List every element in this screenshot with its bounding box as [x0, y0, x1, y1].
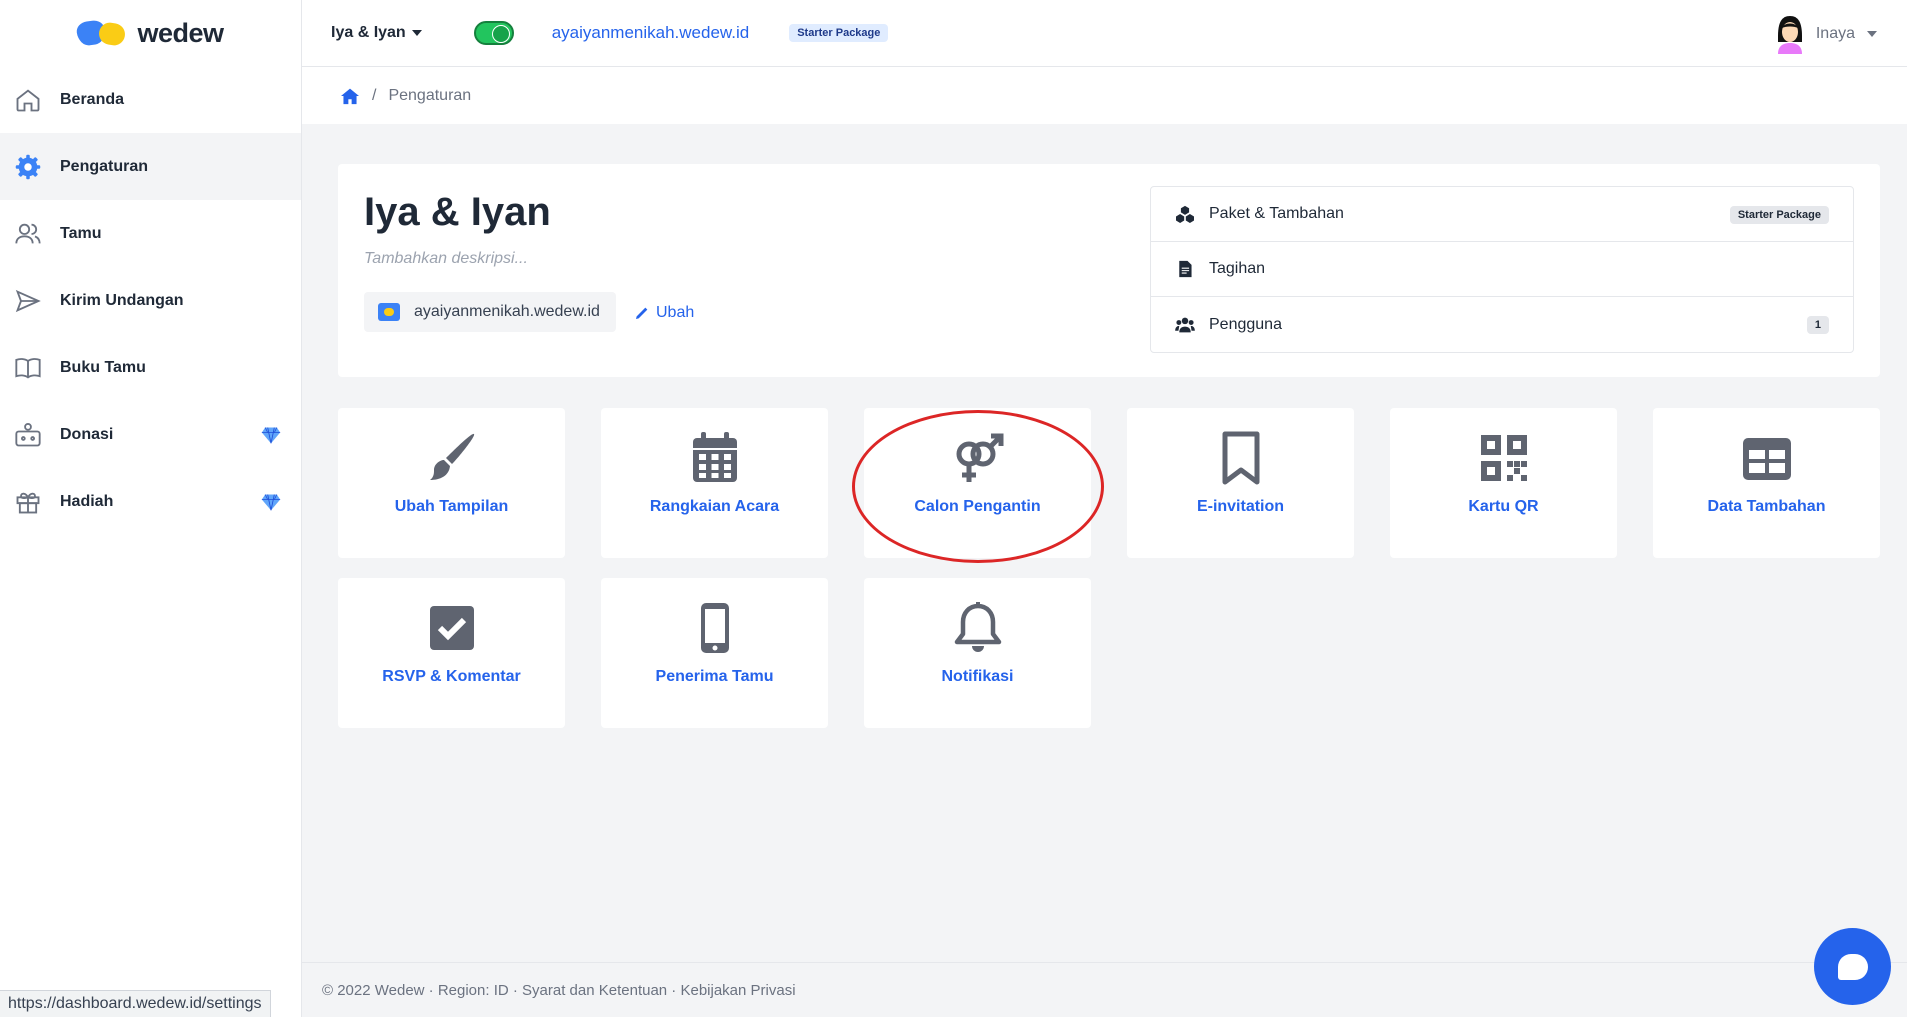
bookmark-icon — [1222, 431, 1259, 485]
list-item-label: Paket & Tambahan — [1209, 205, 1344, 222]
tile-label: Data Tambahan — [1707, 498, 1826, 515]
sidebar-item-label: Beranda — [60, 90, 125, 108]
diamond-icon — [261, 494, 281, 511]
settings-list: Paket & Tambahan Starter Package Tagihan… — [1150, 186, 1854, 353]
list-item-label: Tagihan — [1209, 260, 1266, 277]
list-item-pengguna[interactable]: Pengguna 1 — [1151, 297, 1853, 352]
diamond-icon — [261, 427, 281, 444]
cubes-icon — [1176, 205, 1194, 223]
url-chip-text: ayaiyanmenikah.wedew.id — [414, 303, 600, 320]
sidebar-item-label: Kirim Undangan — [60, 291, 184, 309]
tile-rsvp-komentar[interactable]: RSVP & Komentar — [338, 578, 565, 728]
chat-button[interactable] — [1814, 928, 1891, 1005]
sidebar: wedew Beranda Pengaturan Tamu Kirim Unda… — [0, 0, 302, 1017]
donation-icon — [15, 422, 41, 446]
sidebar-item-donasi[interactable]: Donasi — [0, 401, 301, 468]
site-url-link[interactable]: ayaiyanmenikah.wedew.id — [552, 23, 750, 43]
user-name: Inaya — [1815, 25, 1855, 42]
sidebar-item-label: Donasi — [60, 425, 114, 443]
qrcode-icon — [1480, 435, 1527, 481]
tile-e-invitation[interactable]: E-invitation — [1127, 408, 1354, 558]
edit-label: Ubah — [656, 304, 695, 321]
tile-kartu-qr[interactable]: Kartu QR — [1390, 408, 1617, 558]
count-badge: 1 — [1806, 316, 1829, 334]
project-selector[interactable]: Iya & Iyan — [331, 24, 422, 42]
tile-label: RSVP & Komentar — [382, 668, 521, 685]
home-icon — [16, 88, 40, 111]
calendar-icon — [692, 432, 737, 482]
gift-icon — [16, 492, 40, 513]
logo[interactable]: wedew — [0, 0, 301, 66]
sidebar-item-beranda[interactable]: Beranda — [0, 66, 301, 133]
tile-label: Calon Pengantin — [914, 498, 1041, 515]
users-icon — [15, 223, 41, 243]
project-name: Iya & Iyan — [331, 24, 406, 41]
paintbrush-icon — [429, 433, 474, 480]
footer: © 2022 Wedew · Region: ID · Syarat dan K… — [302, 962, 1907, 1017]
breadcrumb-current: Pengaturan — [388, 86, 472, 104]
sidebar-item-buku-tamu[interactable]: Buku Tamu — [0, 334, 301, 401]
edit-url-button[interactable]: Ubah — [634, 304, 694, 322]
tile-label: Penerima Tamu — [655, 668, 774, 685]
user-menu[interactable]: Inaya — [1772, 14, 1877, 54]
send-icon — [15, 289, 41, 312]
sidebar-item-pengaturan[interactable]: Pengaturan — [0, 133, 301, 200]
tile-calon-pengantin[interactable]: Calon Pengantin — [864, 408, 1091, 558]
tile-penerima-tamu[interactable]: Penerima Tamu — [601, 578, 828, 728]
sidebar-item-label: Pengaturan — [60, 157, 149, 175]
breadcrumb-separator: / — [372, 86, 377, 104]
project-card: Iya & Iyan Tambahkan deskripsi... ayaiya… — [338, 164, 1880, 377]
browser-status-url: https://dashboard.wedew.id/settings — [0, 990, 271, 1017]
sidebar-item-tamu[interactable]: Tamu — [0, 200, 301, 267]
tile-label: E-invitation — [1196, 498, 1285, 515]
tile-ubah-tampilan[interactable]: Ubah Tampilan — [338, 408, 565, 558]
venus-mars-icon — [956, 433, 1003, 482]
caret-down-icon — [1867, 31, 1877, 37]
page-title: Iya & Iyan — [364, 190, 551, 234]
list-item-tagihan[interactable]: Tagihan — [1151, 242, 1853, 297]
sidebar-item-kirim-undangan[interactable]: Kirim Undangan — [0, 267, 301, 334]
url-chip: ayaiyanmenikah.wedew.id — [364, 292, 616, 332]
list-item-label: Pengguna — [1209, 315, 1282, 333]
gear-icon — [15, 154, 41, 179]
description-placeholder[interactable]: Tambahkan deskripsi... — [364, 250, 528, 268]
sidebar-item-label: Tamu — [60, 224, 102, 242]
table-icon — [1742, 438, 1791, 480]
site-icon — [378, 303, 400, 321]
sidebar-item-label: Hadiah — [60, 492, 114, 510]
mobile-icon — [700, 603, 729, 653]
avatar — [1777, 16, 1802, 54]
tile-data-tambahan[interactable]: Data Tambahan — [1653, 408, 1880, 558]
home-icon[interactable] — [340, 87, 360, 105]
list-item-paket[interactable]: Paket & Tambahan Starter Package — [1151, 187, 1853, 242]
tile-label: Rangkaian Acara — [649, 498, 780, 515]
logo-text: wedew — [137, 17, 224, 48]
bell-icon — [954, 602, 1001, 652]
topbar: Iya & Iyan ayaiyanmenikah.wedew.id Start… — [302, 0, 1907, 67]
breadcrumb: / Pengaturan — [302, 67, 1907, 124]
caret-down-icon — [411, 30, 422, 36]
footer-text: © 2022 Wedew · Region: ID · Syarat dan K… — [322, 981, 796, 999]
invoice-icon — [1179, 260, 1192, 278]
publish-toggle[interactable] — [473, 21, 514, 45]
tile-label: Notifikasi — [941, 668, 1014, 685]
book-icon — [15, 357, 41, 378]
tile-rangkaian-acara[interactable]: Rangkaian Acara — [601, 408, 828, 558]
check-square-icon — [429, 606, 474, 650]
chat-bubble-icon — [1837, 953, 1868, 980]
sidebar-item-hadiah[interactable]: Hadiah — [0, 468, 301, 535]
tile-notifikasi[interactable]: Notifikasi — [864, 578, 1091, 728]
package-badge: Starter Package — [789, 24, 889, 42]
pencil-icon — [636, 307, 648, 319]
tile-label: Ubah Tampilan — [394, 498, 509, 515]
sidebar-item-label: Buku Tamu — [60, 358, 146, 376]
package-badge: Starter Package — [1729, 206, 1829, 224]
logo-hearts-icon — [75, 19, 128, 48]
tile-label: Kartu QR — [1468, 498, 1539, 515]
users-gear-icon — [1175, 317, 1195, 332]
